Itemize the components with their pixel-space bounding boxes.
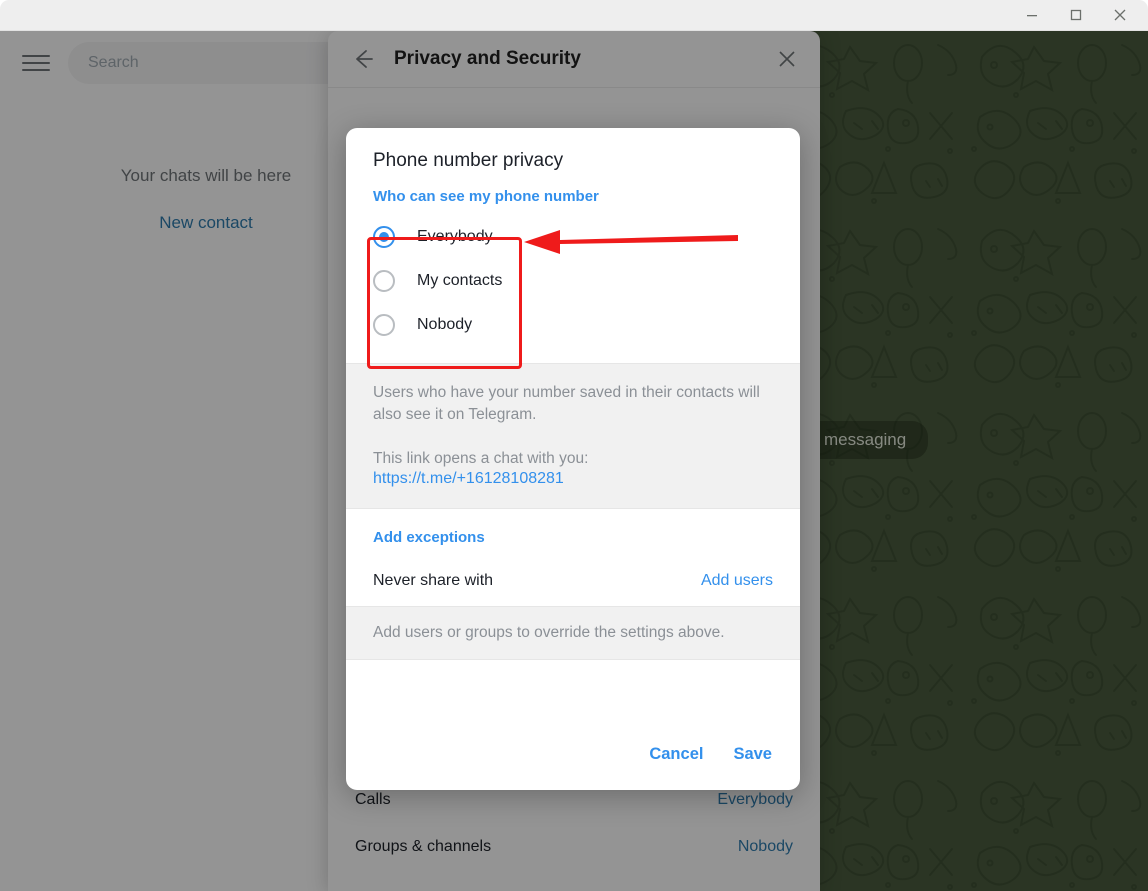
close-button[interactable] — [1098, 0, 1142, 30]
modal-footer: Cancel Save — [346, 718, 800, 790]
annotation-highlight-box — [367, 237, 522, 369]
profile-link[interactable]: https://t.me/+16128108281 — [373, 470, 773, 488]
annotation-arrow-icon — [524, 230, 738, 254]
maximize-button[interactable] — [1054, 0, 1098, 30]
section-heading-add-exceptions: Add exceptions — [373, 529, 485, 546]
exception-row-label: Never share with — [373, 572, 494, 589]
info-text: Users who have your number saved in thei… — [373, 384, 760, 423]
maximize-icon — [1070, 9, 1082, 21]
section-heading-who-can-see: Who can see my phone number — [373, 188, 599, 205]
close-icon — [1114, 9, 1126, 21]
exceptions-hint-band: Add users or groups to override the sett… — [346, 606, 800, 660]
exception-row-never-share: Never share with Add users — [346, 556, 800, 606]
info-band: Users who have your number saved in thei… — [346, 363, 800, 509]
window-titlebar — [0, 0, 1148, 31]
save-button[interactable]: Save — [733, 745, 772, 764]
add-users-button[interactable]: Add users — [701, 572, 773, 590]
link-intro-text: This link opens a chat with you: — [373, 450, 589, 467]
minimize-icon — [1027, 15, 1037, 17]
minimize-button[interactable] — [1010, 0, 1054, 30]
app-window: Search Your chats will be here New conta… — [0, 0, 1148, 891]
exceptions-hint-text: Add users or groups to override the sett… — [373, 624, 725, 641]
cancel-button[interactable]: Cancel — [649, 745, 703, 764]
modal-title: Phone number privacy — [373, 150, 564, 171]
